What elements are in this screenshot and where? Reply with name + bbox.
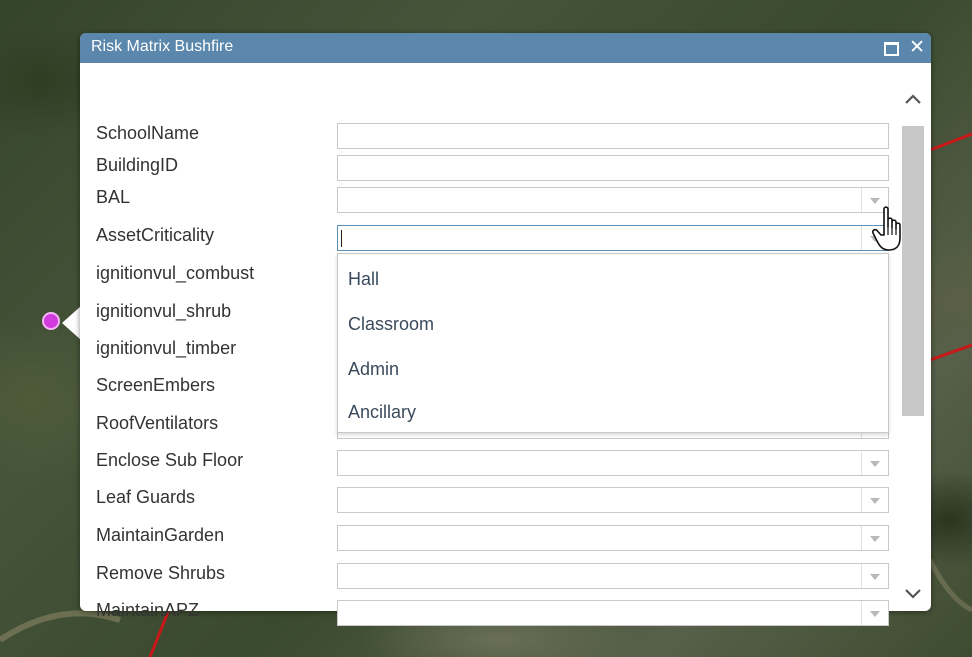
buildingid-input[interactable] <box>337 155 889 181</box>
field-row: BAL <box>80 183 900 215</box>
field-label: BuildingID <box>96 155 179 175</box>
attribute-form: SchoolName BuildingID BAL AssetCriticali… <box>80 63 931 626</box>
field-label: ignitionvul_timber <box>96 338 237 358</box>
chevron-down-icon[interactable] <box>861 526 888 550</box>
field-row: Remove Shrubs <box>80 559 900 591</box>
field-label: RoofVentilators <box>96 413 219 433</box>
schoolname-input[interactable] <box>337 123 889 149</box>
chevron-down-icon[interactable] <box>861 564 888 588</box>
maintainapz-select[interactable] <box>337 600 889 626</box>
popup-title: Risk Matrix Bushfire <box>91 38 234 55</box>
field-label: Leaf Guards <box>96 487 196 507</box>
feature-marker[interactable] <box>42 312 60 330</box>
field-label: BAL <box>96 187 131 207</box>
field-row: MaintainGarden <box>80 521 900 553</box>
enclose-sub-floor-select[interactable] <box>337 450 889 476</box>
hand-pointer-icon <box>872 206 901 251</box>
chevron-down-icon[interactable] <box>861 601 888 625</box>
field-label: MaintainGarden <box>96 525 225 545</box>
field-row: MaintainAPZ <box>80 596 900 628</box>
field-row: BuildingID <box>80 151 900 183</box>
field-label: MaintainAPZ <box>96 600 200 620</box>
field-row: SchoolName <box>80 119 900 151</box>
field-label: ScreenEmbers <box>96 375 216 395</box>
chevron-down-icon[interactable] <box>903 583 923 603</box>
maintaingarden-select[interactable] <box>337 525 889 551</box>
assetcriticality-dropdown-list: Hall Classroom Admin Ancillary <box>337 253 889 433</box>
chevron-down-icon[interactable] <box>861 488 888 512</box>
field-label: ignitionvul_combust <box>96 263 255 283</box>
bal-select[interactable] <box>337 187 889 213</box>
field-row: AssetCriticality <box>80 221 900 253</box>
field-label: Remove Shrubs <box>96 563 226 583</box>
assetcriticality-select[interactable] <box>337 225 889 251</box>
field-label: ignitionvul_shrub <box>96 301 232 321</box>
field-label: AssetCriticality <box>96 225 215 245</box>
close-icon[interactable]: ✕ <box>909 36 925 58</box>
text-caret <box>341 230 342 247</box>
dropdown-option-classroom[interactable]: Classroom <box>348 314 434 335</box>
field-label: SchoolName <box>96 123 200 143</box>
field-label: Enclose Sub Floor <box>96 450 244 470</box>
scrollbar-thumb[interactable] <box>902 126 924 416</box>
dropdown-option-admin[interactable]: Admin <box>348 359 399 380</box>
field-row: Leaf Guards <box>80 483 900 515</box>
popup-pointer <box>62 306 81 340</box>
dropdown-option-ancillary[interactable]: Ancillary <box>348 402 416 423</box>
maximize-icon[interactable] <box>884 42 899 56</box>
attribute-popup: Risk Matrix Bushfire ✕ SchoolName Buildi… <box>80 33 931 626</box>
leaf-guards-select[interactable] <box>337 487 889 513</box>
form-scrollbar[interactable] <box>902 88 924 603</box>
chevron-down-icon[interactable] <box>861 451 888 475</box>
dropdown-option-hall[interactable]: Hall <box>348 269 379 290</box>
popup-titlebar: Risk Matrix Bushfire ✕ <box>80 33 931 63</box>
chevron-up-icon[interactable] <box>903 90 923 110</box>
field-row: Enclose Sub Floor <box>80 446 900 478</box>
remove-shrubs-select[interactable] <box>337 563 889 589</box>
